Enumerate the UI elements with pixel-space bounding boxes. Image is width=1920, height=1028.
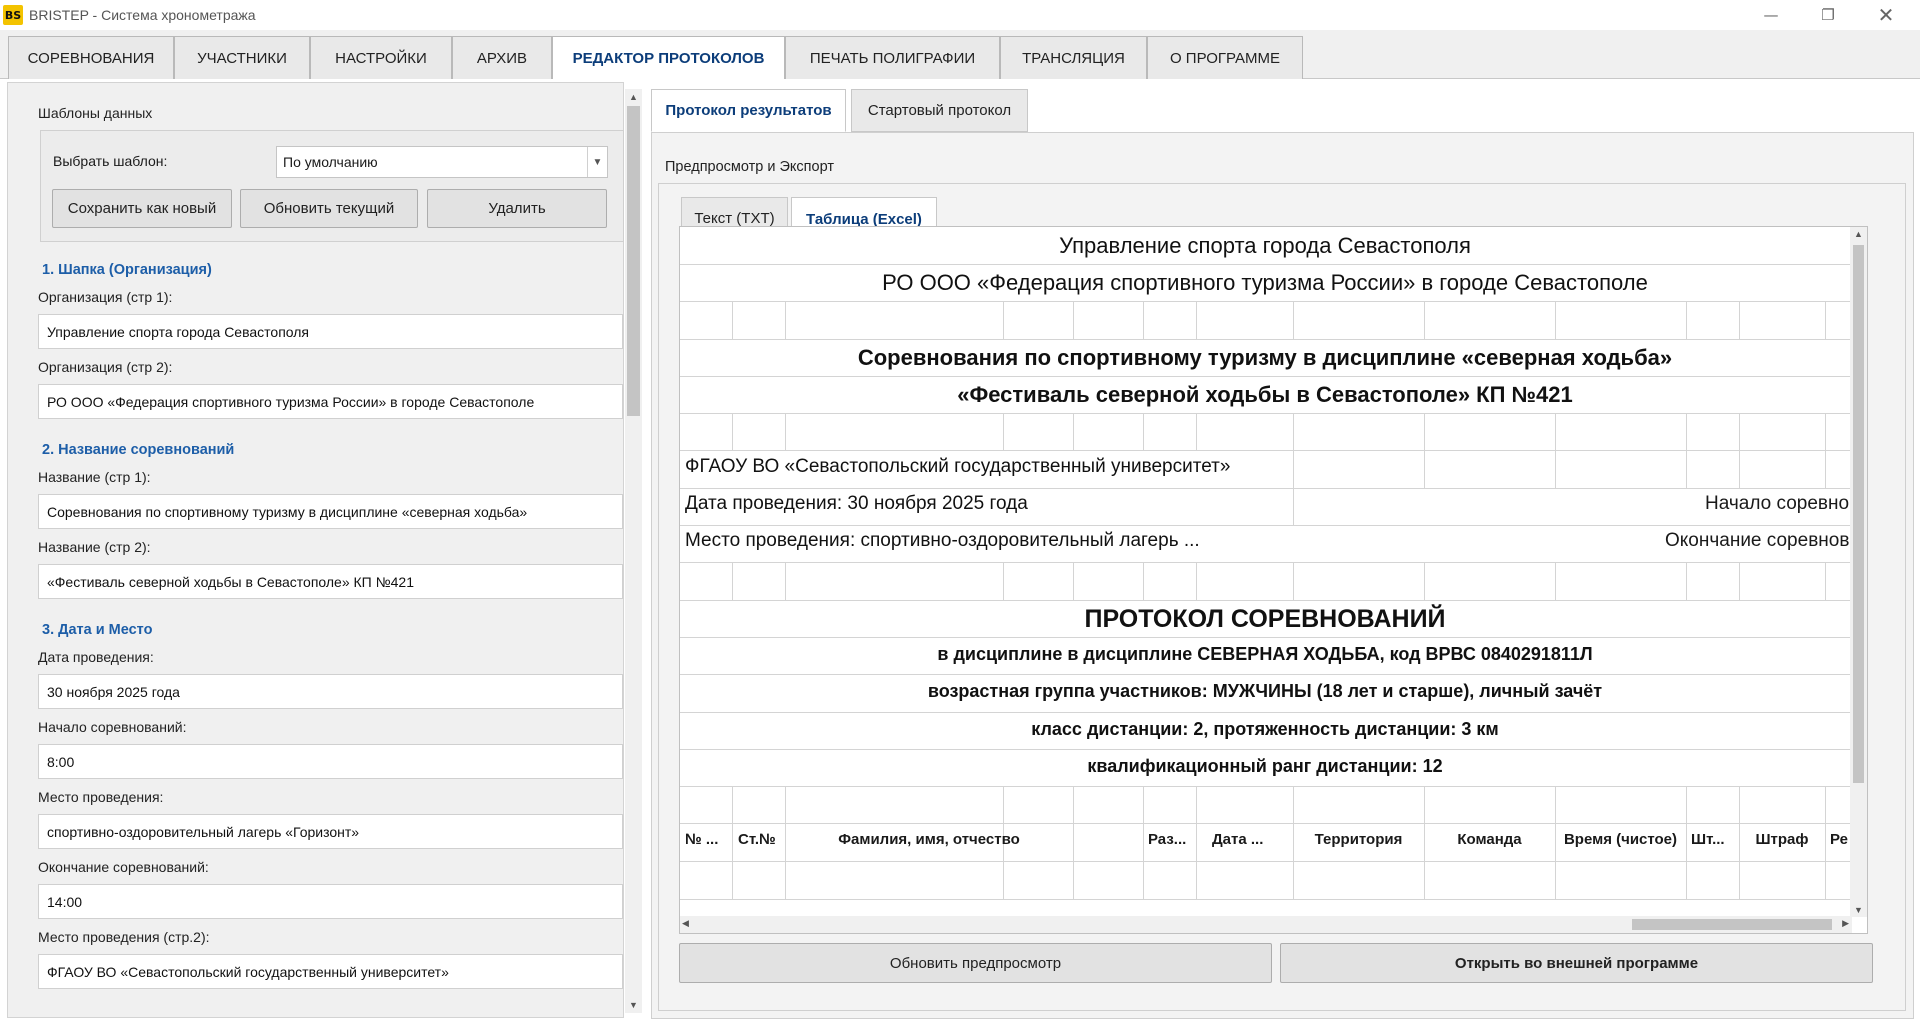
scroll-thumb[interactable] — [1632, 919, 1832, 930]
name2-label: Название (стр 2): — [38, 539, 151, 555]
org1-field[interactable]: Управление спорта города Севастополя — [38, 314, 623, 349]
tab-settings[interactable]: НАСТРОЙКИ — [310, 36, 452, 79]
tab-results-protocol[interactable]: Протокол результатов — [651, 89, 846, 132]
scroll-up-icon[interactable]: ▲ — [1850, 229, 1867, 239]
sheet-header-date: Дата ... — [1212, 831, 1264, 848]
org2-label: Организация (стр 2): — [38, 359, 173, 375]
sheet-end: Окончание соревнов — [1665, 530, 1850, 551]
refresh-preview-button[interactable]: Обновить предпросмотр — [679, 943, 1272, 983]
title-bar: BS BRISTEP - Система хронометража — ❐ ✕ — [0, 0, 1920, 30]
sheet-place: Место проведения: спортивно-оздоровитель… — [685, 530, 1200, 551]
scroll-thumb[interactable] — [627, 106, 640, 416]
sheet-date: Дата проведения: 30 ноября 2025 года — [685, 493, 1028, 514]
sheet-protocol-title: ПРОТОКОЛ СОРЕВНОВАНИЙ — [1084, 605, 1446, 633]
org1-label: Организация (стр 1): — [38, 289, 173, 305]
window-title: BRISTEP - Система хронометража — [29, 7, 256, 23]
open-external-button[interactable]: Открыть во внешней программе — [1280, 943, 1873, 983]
scroll-up-icon[interactable]: ▲ — [625, 89, 642, 105]
sheet-distance-class: класс дистанции: 2, протяженность дистан… — [1031, 719, 1499, 739]
name1-field[interactable]: Соревнования по спортивному туризму в ди… — [38, 494, 623, 529]
save-new-button[interactable]: Сохранить как новый — [52, 189, 232, 228]
scroll-left-icon[interactable]: ◀ — [682, 918, 689, 929]
select-label: Выбрать шаблон: — [53, 153, 168, 169]
end-label: Окончание соревнований: — [38, 859, 209, 875]
org2-field[interactable]: РО ООО «Федерация спортивного туризма Ро… — [38, 384, 623, 419]
templates-title: Шаблоны данных — [38, 105, 153, 121]
minimize-icon[interactable]: — — [1743, 0, 1799, 30]
sheet-header-no: № ... — [685, 831, 719, 848]
date-label: Дата проведения: — [38, 649, 154, 665]
delete-button[interactable]: Удалить — [427, 189, 607, 228]
excel-preview-grid[interactable]: Управление спорта города Севастополя РО … — [679, 226, 1868, 934]
sheet-header-start-no: Ст.№ — [738, 831, 776, 848]
tab-archive[interactable]: АРХИВ — [452, 36, 552, 79]
tab-protocol-editor[interactable]: РЕДАКТОР ПРОТОКОЛОВ — [552, 36, 785, 80]
scroll-right-icon[interactable]: ▶ — [1842, 918, 1849, 929]
start-field[interactable]: 8:00 — [38, 744, 623, 779]
sheet-age-group: возрастная группа участников: МУЖЧИНЫ (1… — [927, 681, 1603, 701]
tab-participants[interactable]: УЧАСТНИКИ — [174, 36, 310, 79]
date-field[interactable]: 30 ноября 2025 года — [38, 674, 623, 709]
tab-print[interactable]: ПЕЧАТЬ ПОЛИГРАФИИ — [785, 36, 1000, 79]
close-icon[interactable]: ✕ — [1858, 0, 1914, 30]
app-logo: BS — [3, 5, 23, 25]
scroll-down-icon[interactable]: ▼ — [625, 997, 642, 1013]
template-select[interactable]: По умолчанию ▼ — [276, 146, 608, 178]
grid-vertical-scrollbar[interactable]: ▲ ▼ — [1850, 227, 1867, 917]
grid-horizontal-scrollbar[interactable]: ◀ ▶ — [680, 916, 1852, 933]
tab-competitions[interactable]: СОРЕВНОВАНИЯ — [8, 36, 174, 79]
start-label: Начало соревнований: — [38, 719, 187, 735]
sheet-org2: РО ООО «Федерация спортивного туризма Ро… — [882, 270, 1648, 295]
update-current-button[interactable]: Обновить текущий — [240, 189, 418, 228]
sheet-header-team: Команда — [1457, 831, 1522, 848]
sheet-title2: «Фестиваль северной ходьбы в Севастополе… — [957, 382, 1573, 407]
sheet-org1: Управление спорта города Севастополя — [1059, 233, 1471, 258]
section-header-date: 3. Дата и Место — [42, 622, 153, 638]
sheet-header-time: Время (чистое) — [1563, 831, 1678, 848]
restore-icon[interactable]: ❐ — [1800, 0, 1856, 30]
template-select-value: По умолчанию — [283, 154, 378, 170]
sheet-header-territory: Территория — [1314, 831, 1403, 848]
sheet-header-penalty-short: Шт... — [1691, 831, 1725, 848]
name1-label: Название (стр 1): — [38, 469, 151, 485]
name2-field[interactable]: «Фестиваль северной ходьбы в Севастополе… — [38, 564, 623, 599]
template-box: Выбрать шаблон: По умолчанию ▼ Сохранить… — [40, 130, 624, 242]
chevron-down-icon[interactable]: ▼ — [587, 147, 607, 177]
tab-start-protocol[interactable]: Стартовый протокол — [851, 89, 1028, 132]
sheet-header-fio: Фамилия, имя, отчество — [838, 831, 1020, 848]
main-tabs: СОРЕВНОВАНИЯ УЧАСТНИКИ НАСТРОЙКИ АРХИВ Р… — [0, 30, 1920, 80]
sheet-title1: Соревнования по спортивному туризму в ди… — [857, 345, 1673, 370]
end-field[interactable]: 14:00 — [38, 884, 623, 919]
sheet-header-result: Ре — [1830, 831, 1848, 848]
place-field[interactable]: спортивно-оздоровительный лагерь «Горизо… — [38, 814, 623, 849]
scroll-thumb[interactable] — [1853, 245, 1864, 783]
sheet-header-rank: Раз... — [1148, 831, 1187, 848]
sheet-rank: квалификационный ранг дистанции: 12 — [1087, 756, 1443, 776]
section-header-org: 1. Шапка (Организация) — [42, 262, 212, 278]
left-panel: Шаблоны данных Выбрать шаблон: По умолча… — [7, 82, 624, 1018]
section-header-name: 2. Название соревнований — [42, 442, 235, 458]
sheet-discipline: в дисциплине в дисциплине СЕВЕРНАЯ ХОДЬБ… — [937, 644, 1593, 664]
place2-field[interactable]: ФГАОУ ВО «Севастопольский государственны… — [38, 954, 623, 989]
scroll-track — [697, 919, 1632, 930]
place-label: Место проведения: — [38, 789, 164, 805]
sheet-university: ФГАОУ ВО «Севастопольский государственны… — [685, 456, 1231, 477]
sheet-header-penalty: Штраф — [1755, 831, 1809, 848]
tab-broadcast[interactable]: ТРАНСЛЯЦИЯ — [1000, 36, 1147, 79]
scroll-down-icon[interactable]: ▼ — [1850, 905, 1867, 915]
left-scrollbar[interactable]: ▲ ▼ — [625, 89, 642, 1013]
sheet-start: Начало соревно — [1705, 493, 1850, 514]
tab-about[interactable]: О ПРОГРАММЕ — [1147, 36, 1303, 79]
place2-label: Место проведения (стр.2): — [38, 929, 210, 945]
preview-label: Предпросмотр и Экспорт — [665, 159, 834, 175]
